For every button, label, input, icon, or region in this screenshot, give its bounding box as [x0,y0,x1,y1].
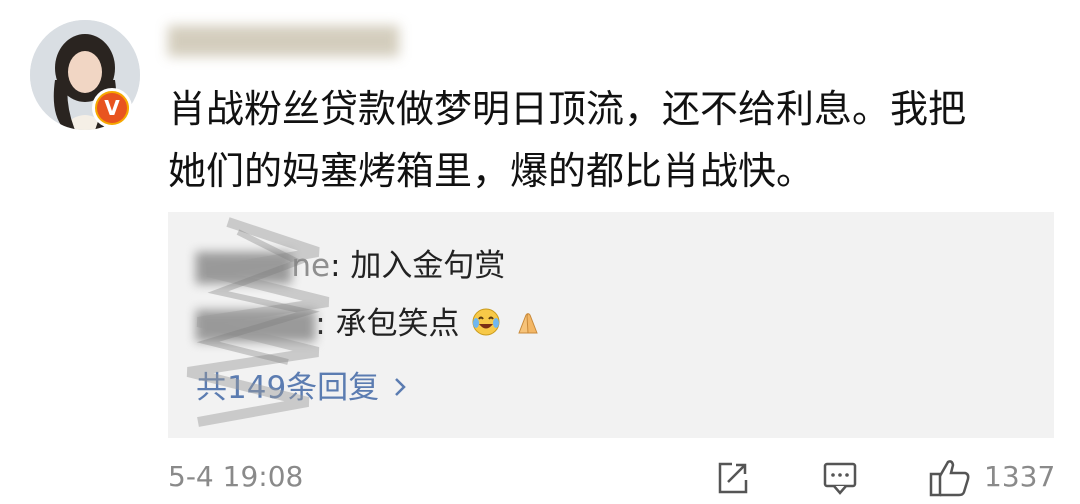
like-button[interactable] [928,458,972,502]
reply-box[interactable]: ▇▇▇▇ne: 加入金句赏 ▇▇▇▇▇: 承包笑点 共149条回复 [168,212,1054,438]
share-icon [718,462,748,494]
reply-item[interactable]: ▇▇▇▇▇: 承包笑点 [196,298,543,345]
verified-badge: V [92,88,132,128]
comment-icon [823,462,857,495]
comment-button[interactable] [820,458,860,502]
prayer-hands-emoji-icon [513,307,543,345]
reply-item[interactable]: ▇▇▇▇ne: 加入金句赏 [196,240,505,285]
comment-line-1: 肖战粉丝贷款做梦明日顶流，还不给利息。我把 [168,87,967,131]
thumbs-up-icon [929,460,970,497]
comment-line-2: 她们的妈塞烤箱里，爆的都比肖战快。 [168,149,815,193]
like-count: 1337 [984,460,1056,493]
reply-author[interactable]: ▇▇▇▇▇ [196,306,315,342]
reply-text: : 承包笑点 [315,306,460,342]
comment-text: 肖战粉丝贷款做梦明日顶流，还不给利息。我把 她们的妈塞烤箱里，爆的都比肖战快。 [168,78,1048,202]
verified-v-icon: V [97,93,127,123]
comment-footer: 5-4 19:08 1337 [168,458,1056,498]
comment-time: 5-4 19:08 [168,460,304,493]
view-all-replies-link[interactable]: 共149条回复 [196,362,407,407]
chevron-right-icon [393,370,407,406]
username-blurred[interactable]: ▇▇▇▇▇▇▇▇▇▇ [168,22,399,57]
reply-author[interactable]: ▇▇▇▇ne [196,248,330,284]
laughing-crying-emoji-icon [471,307,501,345]
share-button[interactable] [712,458,752,502]
reply-text: : 加入金句赏 [330,248,506,284]
